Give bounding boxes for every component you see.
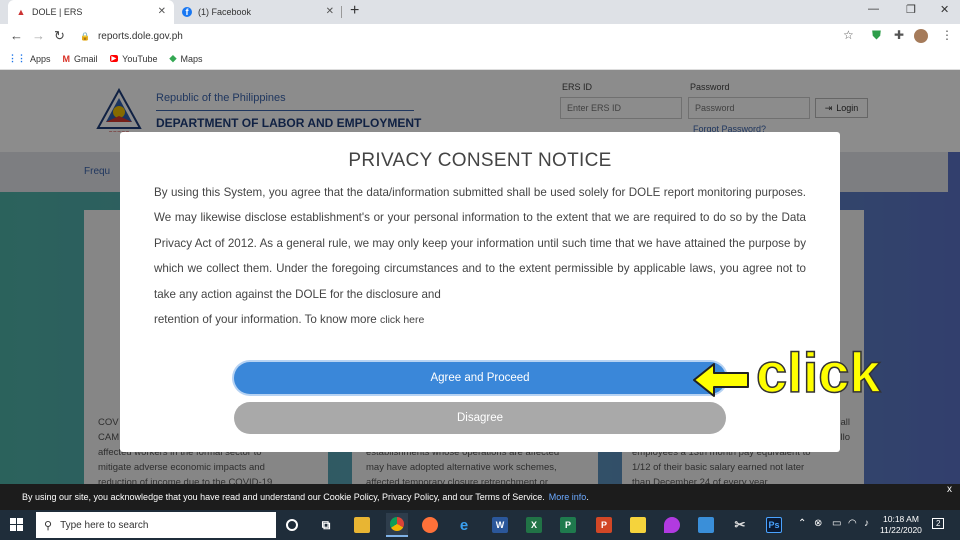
photos-icon[interactable] — [698, 517, 714, 533]
tab-title: (1) Facebook — [198, 7, 252, 17]
extensions-icon[interactable]: ✚ — [894, 28, 904, 42]
browser-tab-strip: ▲ DOLE | ERS ✕ f (1) Facebook ✕ + — ❐ ✕ — [0, 0, 960, 24]
apps-grid-icon: ⋮⋮ — [8, 53, 26, 63]
more-info-link[interactable]: More info — [549, 492, 587, 502]
photoshop-icon[interactable]: Ps — [766, 517, 782, 533]
close-window-icon[interactable]: ✕ — [940, 3, 949, 16]
task-view-icon[interactable]: ⧉ — [318, 517, 334, 533]
powerpoint-icon[interactable]: P — [596, 517, 612, 533]
star-icon[interactable]: ☆ — [843, 28, 854, 42]
firefox-icon[interactable] — [422, 517, 438, 533]
chrome-icon — [390, 517, 404, 531]
bookmarks-bar: ⋮⋮ Apps M Gmail ▶ YouTube ◆ Maps — [0, 48, 960, 70]
taskbar-search-box[interactable]: ⚲ Type here to search — [36, 512, 276, 538]
close-tab-icon[interactable]: ✕ — [158, 6, 166, 17]
tab-separator — [341, 6, 342, 18]
bookmark-label: Apps — [30, 53, 51, 64]
click-annotation: click — [755, 340, 881, 405]
notification-center-icon[interactable]: 2 — [932, 518, 945, 529]
restore-icon[interactable]: ❐ — [906, 3, 916, 16]
tab-facebook[interactable]: f (1) Facebook ✕ — [174, 0, 342, 24]
address-bar[interactable]: 🔒 reports.dole.gov.ph — [80, 26, 860, 46]
browser-toolbar: ← → ↻ 🔒 reports.dole.gov.ph ☆ ⛊ ✚ ⋮ — [0, 24, 960, 48]
minimize-icon[interactable]: — — [868, 3, 879, 15]
network-alert-icon[interactable]: ⊗ — [814, 518, 822, 529]
windows-taskbar: ⚲ Type here to search ⧉ e W X P P ✂ Ps ⌃… — [0, 510, 960, 540]
privacy-consent-modal: PRIVACY CONSENT NOTICE By using this Sys… — [120, 132, 840, 452]
tab-title: DOLE | ERS — [32, 7, 83, 17]
edge-icon[interactable]: e — [456, 517, 472, 534]
facebook-favicon-icon: f — [182, 7, 192, 17]
windows-start-icon[interactable] — [10, 518, 24, 532]
bookmark-label: Maps — [180, 53, 203, 64]
clock-time: 10:18 AM — [883, 514, 919, 524]
system-clock[interactable]: 10:18 AM 11/22/2020 — [880, 514, 922, 536]
volume-icon[interactable]: ♪ — [864, 518, 869, 529]
file-explorer-icon[interactable] — [354, 517, 370, 533]
modal-body: By using this System, you agree that the… — [154, 180, 806, 333]
publisher-icon[interactable]: P — [560, 517, 576, 533]
click-here-link[interactable]: click here — [380, 314, 424, 326]
consent-text: By using this System, you agree that the… — [154, 186, 806, 301]
word-icon[interactable]: W — [492, 517, 508, 533]
clock-date: 11/22/2020 — [880, 525, 922, 535]
disagree-button[interactable]: Disagree — [234, 402, 726, 434]
agree-and-proceed-button[interactable]: Agree and Proceed — [234, 362, 726, 394]
bookmark-label: YouTube — [122, 53, 158, 64]
cortana-icon[interactable] — [286, 519, 298, 531]
close-cookie-icon[interactable]: x — [947, 484, 952, 495]
search-placeholder: Type here to search — [60, 519, 149, 531]
left-arrow-icon — [693, 363, 749, 397]
bookmark-gmail[interactable]: M Gmail — [63, 54, 98, 64]
chrome-taskbar-slot[interactable] — [386, 513, 408, 537]
back-icon[interactable]: ← — [10, 28, 23, 43]
consent-tail-text: retention of your information. To know m… — [154, 313, 377, 327]
consent-text-tail: retention of your information. To know m… — [154, 307, 806, 333]
bookmark-apps[interactable]: ⋮⋮ Apps — [8, 53, 51, 64]
new-tab-icon[interactable]: + — [350, 2, 359, 20]
tray-chevron-icon[interactable]: ⌃ — [798, 518, 806, 529]
modal-title: PRIVACY CONSENT NOTICE — [348, 150, 612, 171]
lock-icon: 🔒 — [80, 31, 90, 41]
bookmark-label: Gmail — [74, 53, 98, 64]
snipping-tool-icon[interactable]: ✂ — [732, 517, 748, 533]
cookie-banner: By using our site, you acknowledge that … — [0, 484, 960, 510]
youtube-icon: ▶ — [109, 55, 119, 62]
search-icon: ⚲ — [44, 519, 53, 532]
tab-dole-ers[interactable]: ▲ DOLE | ERS ✕ — [8, 0, 174, 24]
bookmark-youtube[interactable]: ▶ YouTube — [109, 53, 158, 64]
forward-icon[interactable]: → — [32, 28, 45, 43]
bookmark-maps[interactable]: ◆ Maps — [170, 53, 203, 64]
wifi-icon[interactable]: ◠ — [848, 518, 857, 529]
sticky-notes-icon[interactable] — [630, 517, 646, 533]
paint-3d-icon[interactable] — [664, 517, 680, 533]
cookie-text: By using our site, you acknowledge that … — [22, 492, 545, 502]
close-tab-icon[interactable]: ✕ — [326, 6, 334, 17]
profile-avatar[interactable] — [914, 29, 928, 43]
dole-favicon-icon: ▲ — [16, 7, 26, 17]
excel-icon[interactable]: X — [526, 517, 542, 533]
menu-icon[interactable]: ⋮ — [941, 28, 953, 42]
battery-icon[interactable]: ▭ — [832, 518, 841, 529]
maps-icon: ◆ — [169, 53, 177, 63]
gmail-icon: M — [62, 53, 71, 64]
url-text: reports.dole.gov.ph — [97, 30, 183, 42]
shield-icon[interactable]: ⛊ — [872, 28, 881, 43]
reload-icon[interactable]: ↻ — [54, 28, 65, 44]
